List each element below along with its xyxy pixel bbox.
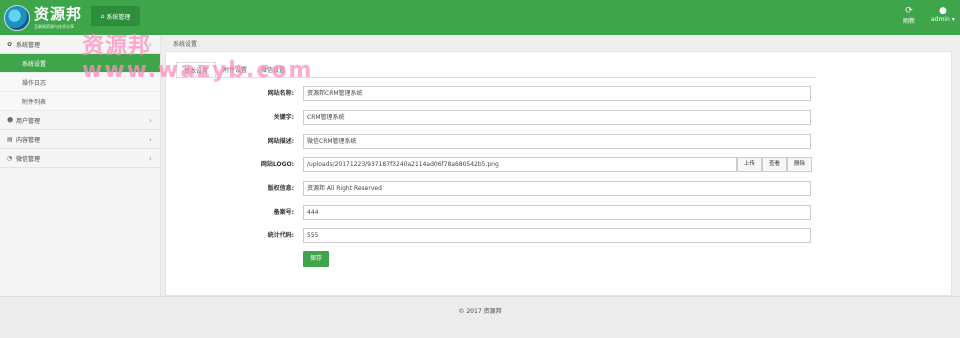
logo-path-input[interactable]: /uploads/20171223/937187f3240a2114ad06f7… xyxy=(303,157,737,172)
footer: © 2017 资源邦 xyxy=(0,296,960,338)
form-row: 统计代码: 555 xyxy=(166,228,953,243)
breadcrumb: 系统设置 xyxy=(173,41,198,48)
stats-code-label: 统计代码: xyxy=(267,232,294,239)
save-button[interactable]: 保存 xyxy=(303,251,329,267)
form-row: 网站名称: 资源邦CRM管理系统 xyxy=(166,86,953,101)
nav-tab-label: 系统管理 xyxy=(106,13,131,21)
stats-code-input[interactable]: 555 xyxy=(303,228,811,243)
nav-tab-system[interactable]: ⌂ 系统管理 xyxy=(91,6,140,26)
sidebar-subitem-attachments[interactable]: 附件列表 xyxy=(0,92,160,111)
refresh-button[interactable]: ⟳ 刷新 xyxy=(903,6,915,25)
book-icon: ▤ xyxy=(7,135,13,143)
form-row: 网站LOGO: /uploads/20171223/937187f3240a21… xyxy=(166,157,953,172)
chevron-right-icon: › xyxy=(148,153,152,163)
sidebar-item-label: 微信管理 xyxy=(16,155,41,163)
copyright-input[interactable]: 资源邦 All Right Reserved xyxy=(303,181,811,196)
sidebar-subitem-label: 操作日志 xyxy=(22,79,47,87)
view-button[interactable]: 查看 xyxy=(762,157,788,172)
sidebar-item-content[interactable]: ▤ 内容管理 › xyxy=(0,130,160,149)
watermark-url: www.wazyb.com xyxy=(82,58,314,83)
chat-icon: ◔ xyxy=(7,154,13,162)
copyright-text: © 2017 资源邦 xyxy=(458,308,502,315)
caret-down-icon: ▾ xyxy=(949,16,955,23)
settings-panel: 基本设置 附件设置 微信设置 网站名称: 资源邦CRM管理系统 关键字: CRM… xyxy=(165,51,952,296)
sidebar-item-label: 用户管理 xyxy=(16,117,41,125)
user-menu[interactable]: ● admin ▾ xyxy=(931,6,955,23)
sidebar-subitem-label: 附件列表 xyxy=(22,98,47,106)
sidebar-subitem-label: 系统设置 xyxy=(22,60,47,68)
sidebar-item-label: 内容管理 xyxy=(16,136,41,144)
logo-title: 资源邦 xyxy=(34,5,83,23)
description-input[interactable]: 微信CRM管理系统 xyxy=(303,134,811,149)
keywords-input[interactable]: CRM管理系统 xyxy=(303,110,811,125)
icp-input[interactable]: 444 xyxy=(303,205,811,220)
logo-label: 网站LOGO: xyxy=(260,161,294,168)
sidebar-item-label: 系统管理 xyxy=(16,41,41,49)
logo-globe-icon xyxy=(4,5,30,31)
logo-button-group: 上传 查看 删除 xyxy=(737,157,813,172)
copyright-label: 版权信息: xyxy=(267,185,294,192)
user-icon: ● xyxy=(938,6,947,16)
logo-subtitle: 互联网资源与技术分享 xyxy=(34,24,74,29)
sidebar-item-users[interactable]: ☻ 用户管理 › xyxy=(0,111,160,130)
chevron-right-icon: › xyxy=(148,115,152,125)
chevron-right-icon: › xyxy=(148,134,152,144)
refresh-label: 刷新 xyxy=(903,18,916,25)
sidebar-item-wechat[interactable]: ◔ 微信管理 › xyxy=(0,149,160,168)
user-icon: ☻ xyxy=(7,116,14,124)
upload-button[interactable]: 上传 xyxy=(737,157,763,172)
home-icon: ⌂ xyxy=(100,12,105,20)
icp-label: 备案号: xyxy=(273,209,294,216)
site-name-input[interactable]: 资源邦CRM管理系统 xyxy=(303,86,811,101)
keywords-label: 关键字: xyxy=(273,114,294,121)
logo[interactable]: 资源邦 互联网资源与技术分享 xyxy=(4,3,82,33)
form-row: 备案号: 444 xyxy=(166,205,953,220)
form-row: 版权信息: 资源邦 All Right Reserved xyxy=(166,181,953,196)
user-name: admin xyxy=(931,16,950,23)
delete-button[interactable]: 删除 xyxy=(787,157,813,172)
description-label: 网站描述: xyxy=(267,138,294,145)
site-name-label: 网站名称: xyxy=(267,90,294,97)
watermark-text: 资源邦 xyxy=(82,34,152,59)
refresh-icon: ⟳ xyxy=(905,6,913,16)
gear-icon: ✿ xyxy=(7,40,13,48)
form-row: 关键字: CRM管理系统 xyxy=(166,110,953,125)
form-row: 网站描述: 微信CRM管理系统 xyxy=(166,134,953,149)
